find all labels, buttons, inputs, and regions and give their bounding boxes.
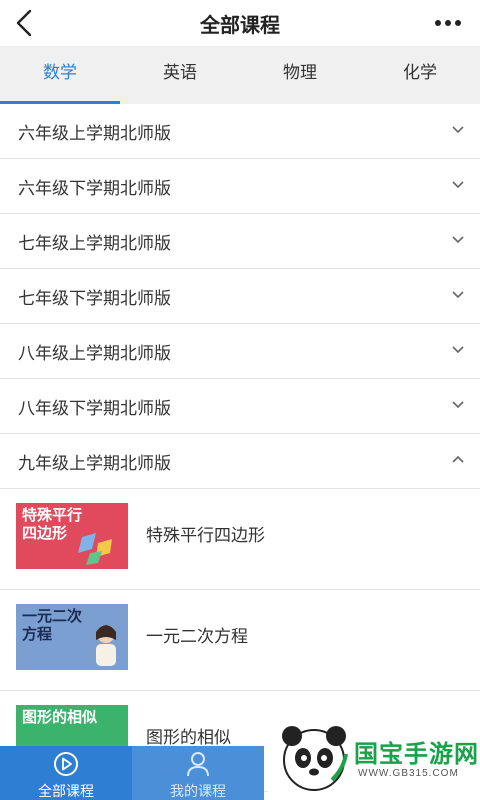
grade-list: 六年级上学期北师版 六年级下学期北师版 七年级上学期北师版 七年级下学期北师版 … — [0, 104, 480, 489]
grade-row[interactable]: 六年级下学期北师版 — [0, 159, 480, 214]
grade-label: 六年级下学期北师版 — [18, 179, 171, 198]
user-icon — [187, 752, 209, 777]
grade-row[interactable]: 八年级下学期北师版 — [0, 379, 480, 434]
tab-english[interactable]: 英语 — [120, 46, 240, 104]
nav-label: 我的课程 — [170, 783, 226, 799]
course-title: 一元二次方程 — [146, 627, 248, 646]
grade-row[interactable]: 七年级上学期北师版 — [0, 214, 480, 269]
chevron-down-icon — [452, 236, 464, 244]
course-item[interactable]: 特殊平行 四边形 特殊平行四边形 — [0, 489, 480, 590]
site-watermark: 国宝手游网 WWW.GB315.COM — [268, 714, 480, 800]
bottom-nav: 全部课程 我的课程 — [0, 746, 264, 800]
play-circle-icon — [54, 752, 78, 776]
panda-logo-icon — [282, 726, 348, 791]
grade-row-expanded[interactable]: 九年级上学期北师版 — [0, 434, 480, 489]
nav-my-courses[interactable]: 我的课程 — [132, 746, 264, 800]
grade-row[interactable]: 七年级下学期北师版 — [0, 269, 480, 324]
chevron-down-icon — [452, 401, 464, 409]
course-title: 特殊平行四边形 — [146, 526, 265, 545]
top-bar: 全部课程 — [0, 0, 480, 46]
parallelogram-shapes-icon — [78, 533, 112, 565]
chevron-down-icon — [452, 291, 464, 299]
watermark-text: 国宝手游网 — [354, 741, 479, 768]
tab-math[interactable]: 数学 — [0, 46, 120, 104]
grade-label: 八年级上学期北师版 — [18, 344, 171, 363]
thumbnail-title-line1: 图形的相似 — [22, 709, 98, 726]
course-title: 图形的相似 — [146, 728, 231, 747]
grade-row[interactable]: 八年级上学期北师版 — [0, 324, 480, 379]
nav-label: 全部课程 — [38, 783, 94, 799]
subject-tabs: 数学 英语 物理 化学 — [0, 46, 480, 104]
chevron-down-icon — [452, 181, 464, 189]
page-title: 全部课程 — [200, 15, 280, 37]
course-thumbnail: 特殊平行 四边形 — [16, 503, 128, 569]
chevron-up-icon — [452, 455, 464, 463]
grade-label: 六年级上学期北师版 — [18, 124, 171, 143]
grade-label: 七年级下学期北师版 — [18, 289, 171, 308]
student-illustration-icon — [96, 625, 116, 666]
chevron-down-icon — [452, 126, 464, 134]
watermark-url: WWW.GB315.COM — [358, 768, 459, 779]
grade-label: 八年级下学期北师版 — [18, 399, 171, 418]
tab-physics[interactable]: 物理 — [240, 46, 360, 104]
grade-label: 七年级上学期北师版 — [18, 234, 171, 253]
tab-chemistry[interactable]: 化学 — [360, 46, 480, 104]
nav-all-courses[interactable]: 全部课程 — [0, 746, 132, 800]
chevron-down-icon — [452, 346, 464, 354]
course-thumbnail: 一元二次 方程 — [16, 604, 128, 670]
grade-row[interactable]: 六年级上学期北师版 — [0, 104, 480, 159]
grade-label: 九年级上学期北师版 — [18, 454, 171, 473]
more-options-icon[interactable] — [428, 10, 468, 36]
course-item[interactable]: 一元二次 方程 一元二次方程 — [0, 590, 480, 691]
